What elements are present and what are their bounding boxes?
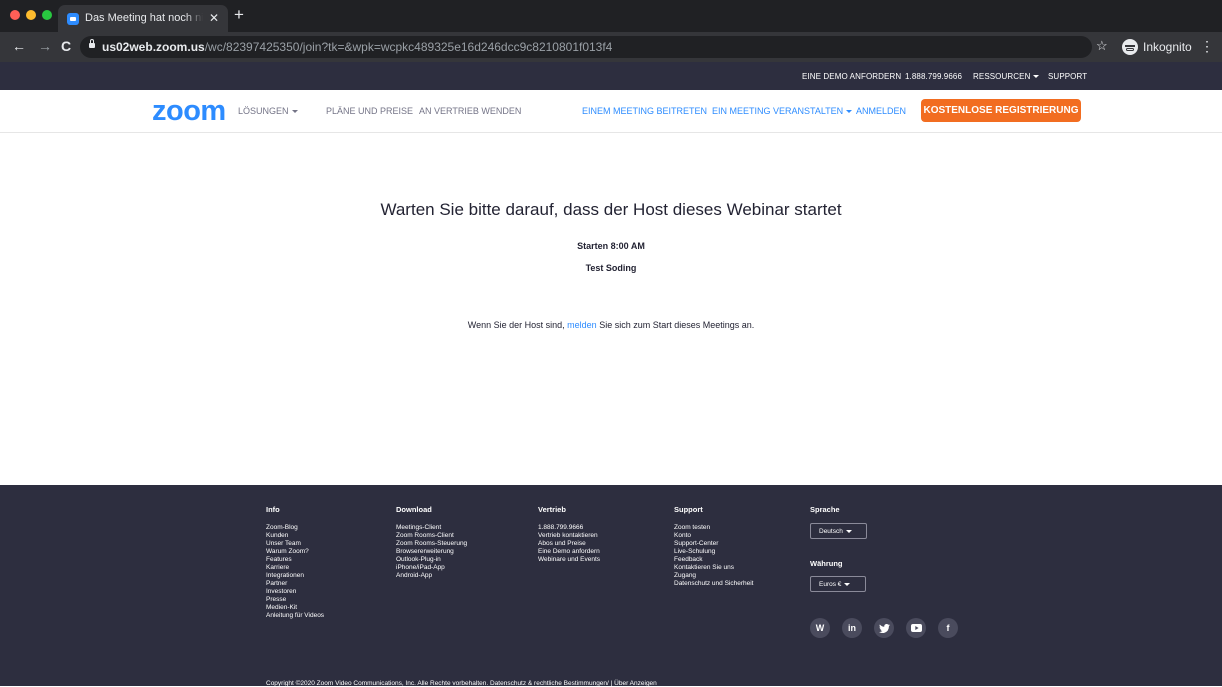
footer-link[interactable]: Zoom Rooms-Steuerung <box>396 540 467 548</box>
twitter-icon[interactable] <box>874 618 894 638</box>
footer-link[interactable]: Warum Zoom? <box>266 548 324 556</box>
language-select[interactable]: Deutsch <box>810 523 867 539</box>
footer-download-column: Download Meetings-Client Zoom Rooms-Clien… <box>396 505 467 580</box>
main-navigation: zoom LÖSUNGEN PLÄNE UND PREISE AN VERTRI… <box>0 90 1222 133</box>
footer-link[interactable]: Support-Center <box>674 540 754 548</box>
chevron-down-icon <box>846 110 853 114</box>
contact-sales-link[interactable]: AN VERTRIEB WENDEN <box>419 106 521 116</box>
footer-support-list: Zoom testen Konto Support-Center Live-Schul… <box>674 524 754 588</box>
footer-link[interactable]: Vertrieb kontaktieren <box>538 532 600 540</box>
join-meeting-link[interactable]: EINEM MEETING BEITRETEN <box>582 106 707 116</box>
support-link[interactable]: SUPPORT <box>1048 72 1087 81</box>
footer-link[interactable]: Anleitung für Videos <box>266 612 324 620</box>
footer-link[interactable]: Zoom-Blog <box>266 524 324 532</box>
footer-link[interactable]: iPhone/iPad-App <box>396 564 467 572</box>
resources-menu[interactable]: RESSOURCEN <box>973 72 1040 81</box>
footer-link[interactable]: Kunden <box>266 532 324 540</box>
browser-toolbar: ← → C us02web.zoom.us/wc/82397425350/joi… <box>0 32 1222 62</box>
zoom-favicon-icon <box>67 13 79 25</box>
currency-select[interactable]: Euros € <box>810 576 866 592</box>
footer-sales-list: 1.888.799.9666 Vertrieb kontaktieren Abos … <box>538 524 600 564</box>
footer: Info Zoom-Blog Kunden Unser Team Warum Zoom… <box>0 485 1222 687</box>
forward-button[interactable]: → <box>38 39 52 53</box>
chevron-down-icon <box>844 582 851 586</box>
plans-pricing-link[interactable]: PLÄNE UND PREISE <box>326 106 413 116</box>
chevron-down-icon <box>291 110 298 114</box>
footer-link[interactable]: Live-Schulung <box>674 548 754 556</box>
footer-link[interactable]: Outlook-Plug-in <box>396 556 467 564</box>
solutions-menu[interactable]: LÖSUNGEN <box>238 106 298 116</box>
browser-tab[interactable]: Das Meeting hat noch nicht be ✕ <box>58 5 228 32</box>
footer-link[interactable]: Partner <box>266 580 324 588</box>
footer-link[interactable]: Feedback <box>674 556 754 564</box>
footer-link[interactable]: Medien-Kit <box>266 604 324 612</box>
back-button[interactable]: ← <box>12 39 26 53</box>
lock-icon <box>89 39 95 48</box>
new-tab-button[interactable]: + <box>234 6 244 23</box>
footer-link[interactable]: Eine Demo anfordern <box>538 548 600 556</box>
footer-link[interactable]: Zugang <box>674 572 754 580</box>
footer-link[interactable]: 1.888.799.9666 <box>538 524 600 532</box>
linkedin-icon[interactable]: in <box>842 618 862 638</box>
bookmark-star-icon[interactable]: ☆ <box>1096 39 1108 53</box>
footer-link[interactable]: Zoom Rooms-Client <box>396 532 467 540</box>
footer-support-column: Support Zoom testen Konto Support-Center Li… <box>674 505 754 588</box>
sign-up-free-button[interactable]: KOSTENLOSE REGISTRIERUNG <box>921 99 1081 122</box>
host-notice: Wenn Sie der Host sind, melden Sie sich … <box>467 320 755 330</box>
facebook-icon[interactable]: f <box>938 618 958 638</box>
footer-link[interactable]: Meetings-Client <box>396 524 467 532</box>
footer-link[interactable]: Konto <box>674 532 754 540</box>
wordpress-icon[interactable]: W <box>810 618 830 638</box>
footer-link[interactable]: Features <box>266 556 324 564</box>
reload-button[interactable]: C <box>61 39 71 53</box>
browser-titlebar: Das Meeting hat noch nicht be ✕ + <box>0 0 1222 32</box>
footer-download-list: Meetings-Client Zoom Rooms-Client Zoom Roo… <box>396 524 467 580</box>
footer-sales-title: Vertrieb <box>538 505 566 514</box>
start-time: Starten 8:00 AM <box>577 241 645 251</box>
footer-link[interactable]: Karriere <box>266 564 324 572</box>
footer-info-column: Info Zoom-Blog Kunden Unser Team Warum Zoom… <box>266 505 324 620</box>
sign-in-inline-link[interactable]: melden <box>567 320 597 330</box>
chevron-down-icon <box>1033 75 1040 79</box>
browser-menu-icon[interactable]: ⋮ <box>1200 39 1214 53</box>
language-label: Sprache <box>810 505 840 514</box>
chevron-down-icon <box>845 529 852 533</box>
footer-link[interactable]: Presse <box>266 596 324 604</box>
footer-link[interactable]: Datenschutz und Sicherheit <box>674 580 754 588</box>
zoom-logo[interactable]: zoom <box>152 94 226 128</box>
host-meeting-menu[interactable]: EIN MEETING VERANSTALTEN <box>712 106 853 116</box>
sign-in-link[interactable]: ANMELDEN <box>856 106 906 116</box>
footer-link[interactable]: Kontaktieren Sie uns <box>674 564 754 572</box>
minimize-window-button[interactable] <box>26 10 36 20</box>
url-text: us02web.zoom.us/wc/82397425350/join?tk=&… <box>102 40 613 54</box>
tab-close-icon[interactable]: ✕ <box>209 11 219 25</box>
footer-link[interactable]: Webinare und Events <box>538 556 600 564</box>
footer-sales-column: Vertrieb 1.888.799.9666 Vertrieb kontakti… <box>538 505 600 564</box>
footer-info-list: Zoom-Blog Kunden Unser Team Warum Zoom? Feat… <box>266 524 324 620</box>
page-title: Warten Sie bitte darauf, dass der Host d… <box>380 200 842 219</box>
close-window-button[interactable] <box>10 10 20 20</box>
footer-support-title: Support <box>674 505 703 514</box>
address-bar[interactable]: us02web.zoom.us/wc/82397425350/join?tk=&… <box>80 36 1092 58</box>
footer-link[interactable]: Integrationen <box>266 572 324 580</box>
tab-title: Das Meeting hat noch nicht be <box>85 12 203 24</box>
phone-link[interactable]: 1.888.799.9666 <box>905 72 962 81</box>
footer-link[interactable]: Browsererweiterung <box>396 548 467 556</box>
footer-download-title: Download <box>396 505 432 514</box>
footer-link[interactable]: Android-App <box>396 572 467 580</box>
incognito-icon <box>1122 39 1138 55</box>
footer-link[interactable]: Abos und Preise <box>538 540 600 548</box>
footer-info-title: Info <box>266 505 280 514</box>
footer-link[interactable]: Unser Team <box>266 540 324 548</box>
utility-bar: EINE DEMO ANFORDERN 1.888.799.9666 RESSO… <box>0 62 1222 90</box>
host-name: Test Soding <box>585 263 637 273</box>
footer-link[interactable]: Zoom testen <box>674 524 754 532</box>
incognito-label: Inkognito <box>1143 40 1192 54</box>
footer-link[interactable]: Investoren <box>266 588 324 596</box>
maximize-window-button[interactable] <box>42 10 52 20</box>
request-demo-link[interactable]: EINE DEMO ANFORDERN <box>802 72 901 81</box>
currency-label: Währung <box>810 559 843 568</box>
youtube-icon[interactable] <box>906 618 926 638</box>
